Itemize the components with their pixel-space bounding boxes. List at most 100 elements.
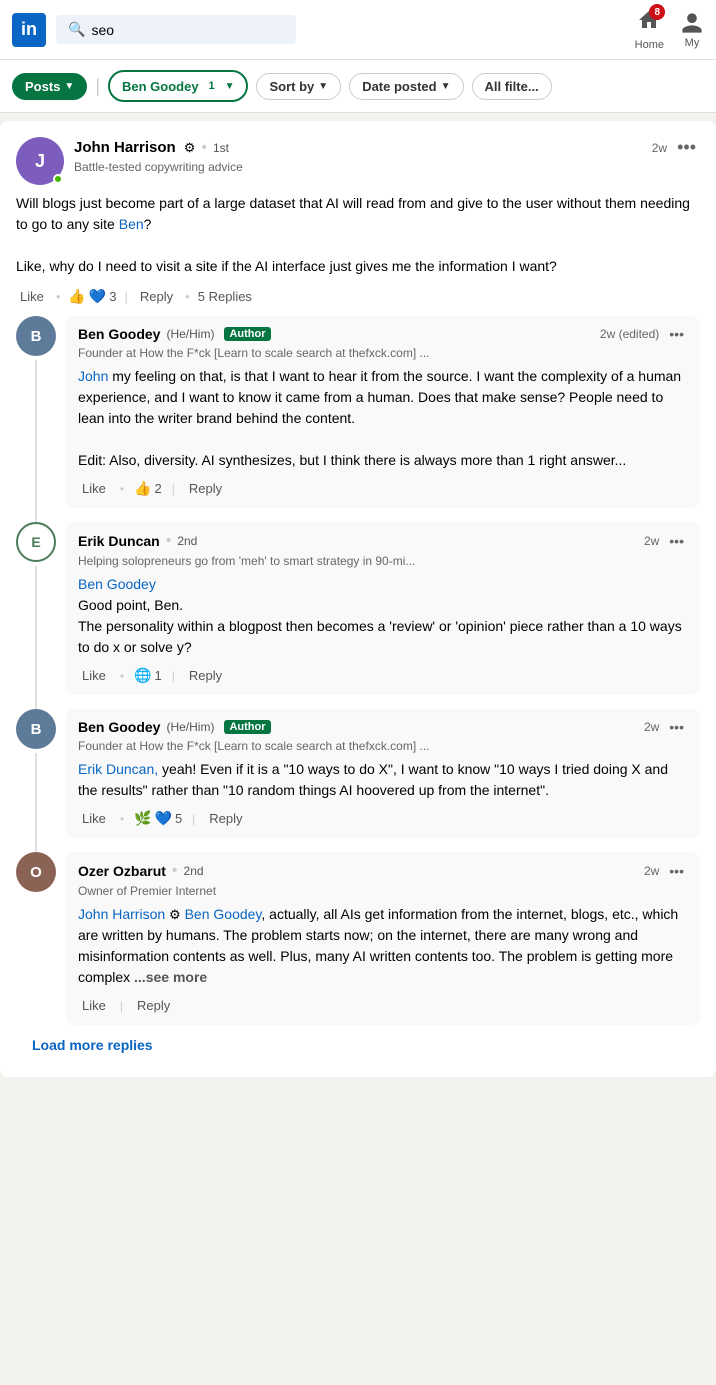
author-badge-1: Author — [224, 327, 270, 341]
commenter-name-2[interactable]: Erik Duncan — [78, 533, 160, 549]
more-options-btn[interactable]: ••• — [673, 137, 700, 158]
post-body-text3: Like, why do I need to visit a site if t… — [16, 258, 557, 274]
comment-like-btn-1[interactable]: Like — [78, 479, 110, 498]
feed-area: J John Harrison ⚙ • 1st 2w ••• Battle-te… — [0, 113, 716, 1133]
notification-badge: 8 — [649, 4, 665, 20]
poster-name[interactable]: John Harrison — [74, 139, 176, 156]
ben-mention-link[interactable]: Ben — [119, 216, 144, 232]
home-nav-item[interactable]: 8 Home — [635, 8, 664, 51]
action-divider: | — [125, 289, 128, 304]
reactions: 👍 💙 3 — [68, 288, 116, 305]
my-label: My — [685, 37, 700, 49]
post-actions: Like • 👍 💙 3 | Reply • 5 Replies — [16, 287, 700, 306]
comment-connection-2: 2nd — [177, 534, 197, 548]
linkedin-logo: in — [12, 13, 46, 47]
dot-sep: • — [201, 139, 207, 157]
sort-by-filter-btn[interactable]: Sort by ▼ — [256, 73, 341, 100]
mention-erik-duncan[interactable]: Erik Duncan, — [78, 761, 158, 777]
home-icon-wrapper: 8 — [637, 8, 661, 37]
comment-content-4: Ozer Ozbarut • 2nd 2w ••• Owner of Premi… — [66, 852, 700, 1025]
posts-filter-btn[interactable]: Posts ▼ — [12, 73, 87, 100]
action-dot2: • — [185, 289, 190, 304]
pronouns-1: (He/Him) — [166, 327, 214, 341]
comment-content-2: Erik Duncan • 2nd 2w ••• Helping solopre… — [66, 522, 700, 695]
comment-body-2: Ben Goodey Good point, Ben. The personal… — [78, 574, 688, 658]
comment-reaction-count-1: 2 — [155, 481, 162, 496]
my-nav-item[interactable]: My — [680, 11, 704, 49]
pronouns-3: (He/Him) — [166, 720, 214, 734]
comment-body-4: John Harrison ⚙ Ben Goodey, actually, al… — [78, 904, 688, 988]
search-icon: 🔍 — [68, 21, 85, 38]
comment-item-3: B Ben Goodey (He/Him) Author 2w ••• Foun… — [16, 709, 700, 838]
cdot-4: • — [172, 862, 178, 880]
verified-icon: ⚙ — [184, 140, 196, 156]
ben-goodey-chevron: ▼ — [225, 81, 235, 92]
caction-div-1: | — [172, 482, 175, 496]
comment-header-1: Ben Goodey (He/Him) Author 2w (edited) •… — [78, 326, 688, 342]
my-icon — [680, 11, 704, 35]
comment-item: B Ben Goodey (He/Him) Author 2w (edited)… — [16, 316, 700, 508]
search-input[interactable] — [91, 22, 284, 38]
posts-chevron: ▼ — [64, 81, 74, 92]
post-body: Will blogs just become part of a large d… — [16, 193, 700, 277]
comment-like-btn-2[interactable]: Like — [78, 666, 110, 685]
comment-connection-4: 2nd — [184, 864, 204, 878]
comment-time-3: 2w — [644, 720, 659, 734]
search-box[interactable]: 🔍 — [56, 15, 296, 44]
sort-by-chevron: ▼ — [318, 81, 328, 92]
date-posted-filter-btn[interactable]: Date posted ▼ — [349, 73, 463, 100]
comment-more-btn-3[interactable]: ••• — [665, 719, 688, 735]
ben-goodey-badge: 1 — [203, 77, 221, 95]
comment-reply-btn-3[interactable]: Reply — [205, 809, 246, 828]
reaction-count: 3 — [109, 289, 116, 304]
comment-reply-btn-2[interactable]: Reply — [185, 666, 226, 685]
poster-tagline: Battle-tested copywriting advice — [74, 160, 700, 174]
comment-reply-btn-4[interactable]: Reply — [133, 996, 174, 1015]
comment-reply-btn-1[interactable]: Reply — [185, 479, 226, 498]
see-more-link[interactable]: ...see more — [134, 969, 207, 985]
replies-link[interactable]: 5 Replies — [198, 289, 252, 304]
like-btn[interactable]: Like — [16, 287, 48, 306]
comment-more-btn-4[interactable]: ••• — [665, 863, 688, 879]
avatar-ben-2: B — [16, 709, 56, 749]
all-filters-label: All filte... — [485, 79, 539, 94]
comment-item-2: E Erik Duncan • 2nd 2w ••• Helping solop… — [16, 522, 700, 695]
comment-more-btn-1[interactable]: ••• — [665, 326, 688, 342]
comment-like-btn-3[interactable]: Like — [78, 809, 110, 828]
comment-body-1: John my feeling on that, is that I want … — [78, 366, 688, 471]
cdot-sep-3: • — [120, 812, 124, 826]
mention-ben-goodey-2[interactable]: Ben Goodey — [78, 576, 156, 592]
reaction-emoji-2: 💙 — [89, 288, 106, 305]
all-filters-btn[interactable]: All filte... — [472, 73, 552, 100]
comment-reactions-3: 🌿 💙 5 — [134, 810, 182, 827]
mention-john-harrison-4[interactable]: John Harrison — [78, 906, 165, 922]
comment-reaction-emoji-3a: 🌿 — [134, 810, 151, 827]
mention-ben-goodey-4[interactable]: Ben Goodey — [185, 906, 262, 922]
commenter-name-4[interactable]: Ozer Ozbarut — [78, 863, 166, 879]
ben-goodey-filter-btn[interactable]: Ben Goodey 1 ▼ — [108, 70, 248, 102]
commenter-name-3[interactable]: Ben Goodey — [78, 719, 160, 735]
posts-label: Posts — [25, 79, 60, 94]
mention-john[interactable]: John — [78, 368, 108, 384]
avatar-john-harrison: J — [16, 137, 64, 185]
commenter-name-1[interactable]: Ben Goodey — [78, 326, 160, 342]
comment-like-btn-4[interactable]: Like — [78, 996, 110, 1015]
caction-div-2: | — [172, 669, 175, 683]
comment-more-btn-2[interactable]: ••• — [665, 533, 688, 549]
post-header: J John Harrison ⚙ • 1st 2w ••• Battle-te… — [16, 137, 700, 185]
reaction-emoji-1: 👍 — [68, 288, 85, 305]
comment-meta-2: Like • 🌐 1 | Reply — [78, 666, 688, 685]
post-meta: John Harrison ⚙ • 1st 2w ••• Battle-test… — [74, 137, 700, 174]
comment-header-4: Ozer Ozbarut • 2nd 2w ••• — [78, 862, 688, 880]
comment-meta-3: Like • 🌿 💙 5 | Reply — [78, 809, 688, 828]
comment-content-3: Ben Goodey (He/Him) Author 2w ••• Founde… — [66, 709, 700, 838]
avatar-erik: E — [16, 522, 56, 562]
time-stamp: 2w — [652, 141, 667, 155]
comment-tagline-1: Founder at How the F*ck [Learn to scale … — [78, 346, 688, 360]
reply-btn[interactable]: Reply — [136, 287, 177, 306]
filter-bar: Posts ▼ | Ben Goodey 1 ▼ Sort by ▼ Date … — [0, 60, 716, 113]
load-more-replies-btn[interactable]: Load more replies — [16, 1029, 169, 1061]
comment-reaction-emoji-1: 👍 — [134, 480, 151, 497]
cdot1: • — [120, 482, 124, 496]
comment-body-3: Erik Duncan, yeah! Even if it is a "10 w… — [78, 759, 688, 801]
